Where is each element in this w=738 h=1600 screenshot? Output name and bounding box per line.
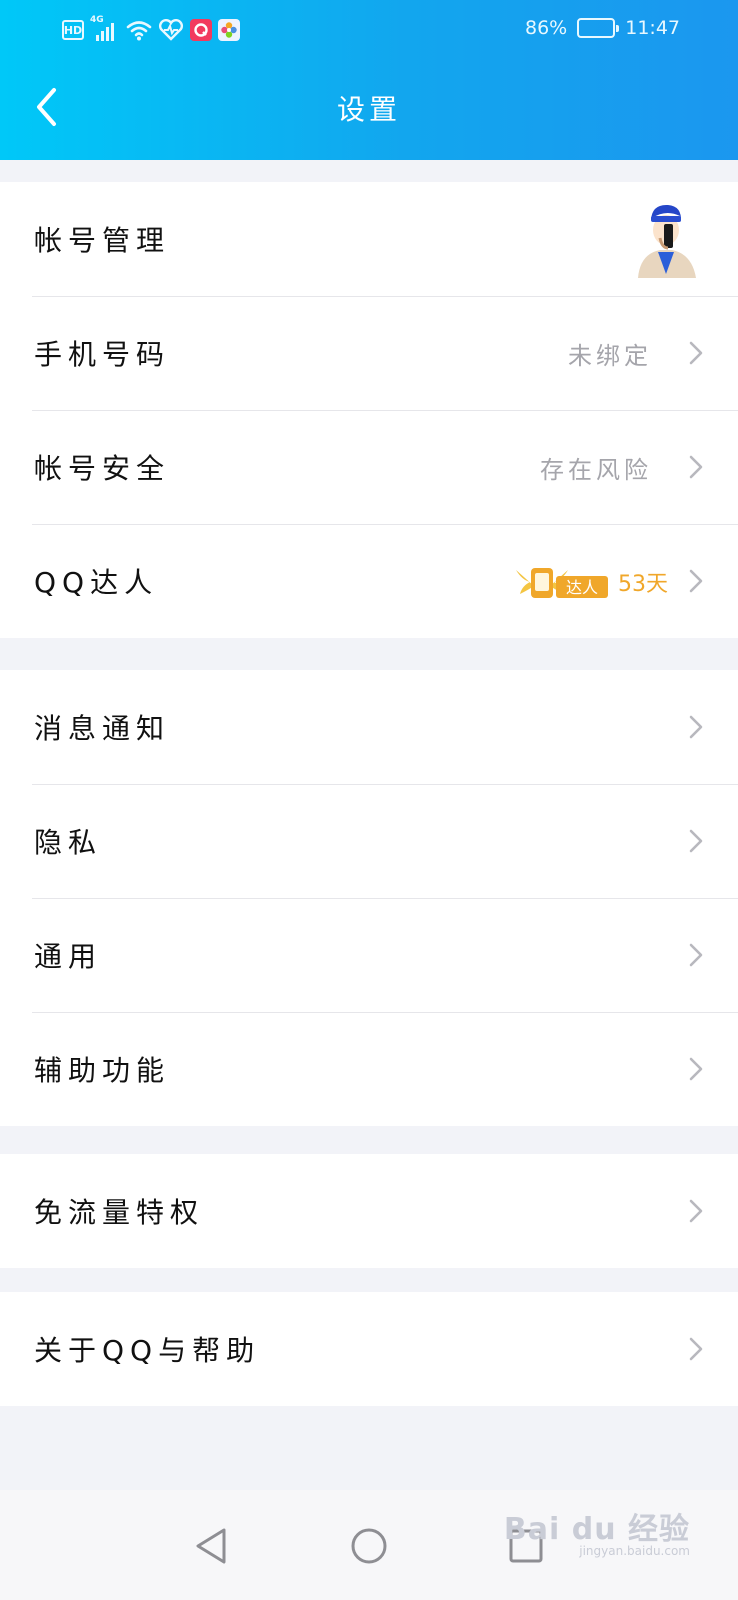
talent-badge-text: 达人 <box>566 578 598 597</box>
row-accessibility[interactable]: 辅助功能 <box>0 1012 738 1126</box>
row-account-security[interactable]: 帐号安全 存在风险 <box>0 410 738 524</box>
app-icon-red <box>190 19 212 41</box>
page-title: 设置 <box>336 93 401 126</box>
clock: 11:47 <box>625 17 680 39</box>
app-icon-flower <box>218 19 240 41</box>
hd-icon: HD <box>62 20 84 40</box>
header-bar: HD 4G 86% 11:47 设置 <box>0 0 738 160</box>
nav-home-button[interactable] <box>339 1516 399 1576</box>
row-label: 帐号管理 <box>34 224 171 257</box>
signal-icon: 4G <box>90 15 120 41</box>
chevron-right-icon <box>689 715 703 739</box>
row-privacy[interactable]: 隐私 <box>0 784 738 898</box>
chevron-right-icon <box>689 341 703 365</box>
chevron-right-icon <box>689 569 703 593</box>
settings-group-about: 关于QQ与帮助 <box>0 1292 738 1406</box>
battery-percent: 86% <box>525 17 568 39</box>
baidu-watermark: Bai du 经验 jingyan.baidu.com <box>503 1504 690 1558</box>
row-label: 通用 <box>34 940 103 973</box>
wifi-icon <box>126 21 152 41</box>
watermark-brand: Bai du 经验 <box>503 1512 690 1547</box>
row-label: 关于QQ与帮助 <box>34 1334 261 1367</box>
row-account-management[interactable]: 帐号管理 <box>0 182 738 296</box>
talent-info: 达人 53天 <box>514 564 668 600</box>
talent-badge-icon: 达人 <box>516 568 608 598</box>
chevron-right-icon <box>689 1337 703 1361</box>
row-phone-number[interactable]: 手机号码 未绑定 <box>0 296 738 410</box>
status-left: HD 4G <box>62 15 240 42</box>
watermark-url: jingyan.baidu.com <box>579 1544 690 1558</box>
security-status: 存在风险 <box>540 455 652 484</box>
health-icon <box>158 19 184 41</box>
chevron-right-icon <box>689 455 703 479</box>
row-notifications[interactable]: 消息通知 <box>0 670 738 784</box>
row-free-data[interactable]: 免流量特权 <box>0 1154 738 1268</box>
chevron-right-icon <box>689 1057 703 1081</box>
chevron-right-icon <box>689 1199 703 1223</box>
status-bar: HD 4G 86% 11:47 <box>0 0 738 60</box>
row-label: QQ达人 <box>34 566 159 599</box>
row-general[interactable]: 通用 <box>0 898 738 1012</box>
triangle-back-icon <box>196 1528 226 1564</box>
row-label: 帐号安全 <box>34 452 171 485</box>
talent-days: 53天 <box>618 572 668 597</box>
status-right: 86% 11:47 <box>525 17 680 39</box>
row-label: 消息通知 <box>34 712 171 745</box>
settings-group-data: 免流量特权 <box>0 1154 738 1268</box>
avatar[interactable] <box>630 200 702 278</box>
phone-status: 未绑定 <box>568 341 652 370</box>
circle-home-icon <box>351 1528 387 1564</box>
row-label: 辅助功能 <box>34 1054 171 1087</box>
nav-back-button[interactable] <box>182 1516 242 1576</box>
row-label: 手机号码 <box>34 338 171 371</box>
chevron-right-icon <box>689 829 703 853</box>
row-label: 隐私 <box>34 826 103 859</box>
settings-group-account: 帐号管理 手机号码 未绑定 帐号安全 存在风险 QQ达人 达人 53天 <box>0 182 738 638</box>
row-about-help[interactable]: 关于QQ与帮助 <box>0 1292 738 1406</box>
settings-group-general: 消息通知 隐私 通用 辅助功能 <box>0 670 738 1126</box>
chevron-right-icon <box>689 943 703 967</box>
battery-icon <box>577 18 620 38</box>
row-qq-talent[interactable]: QQ达人 达人 53天 <box>0 524 738 638</box>
row-label: 免流量特权 <box>34 1196 205 1229</box>
